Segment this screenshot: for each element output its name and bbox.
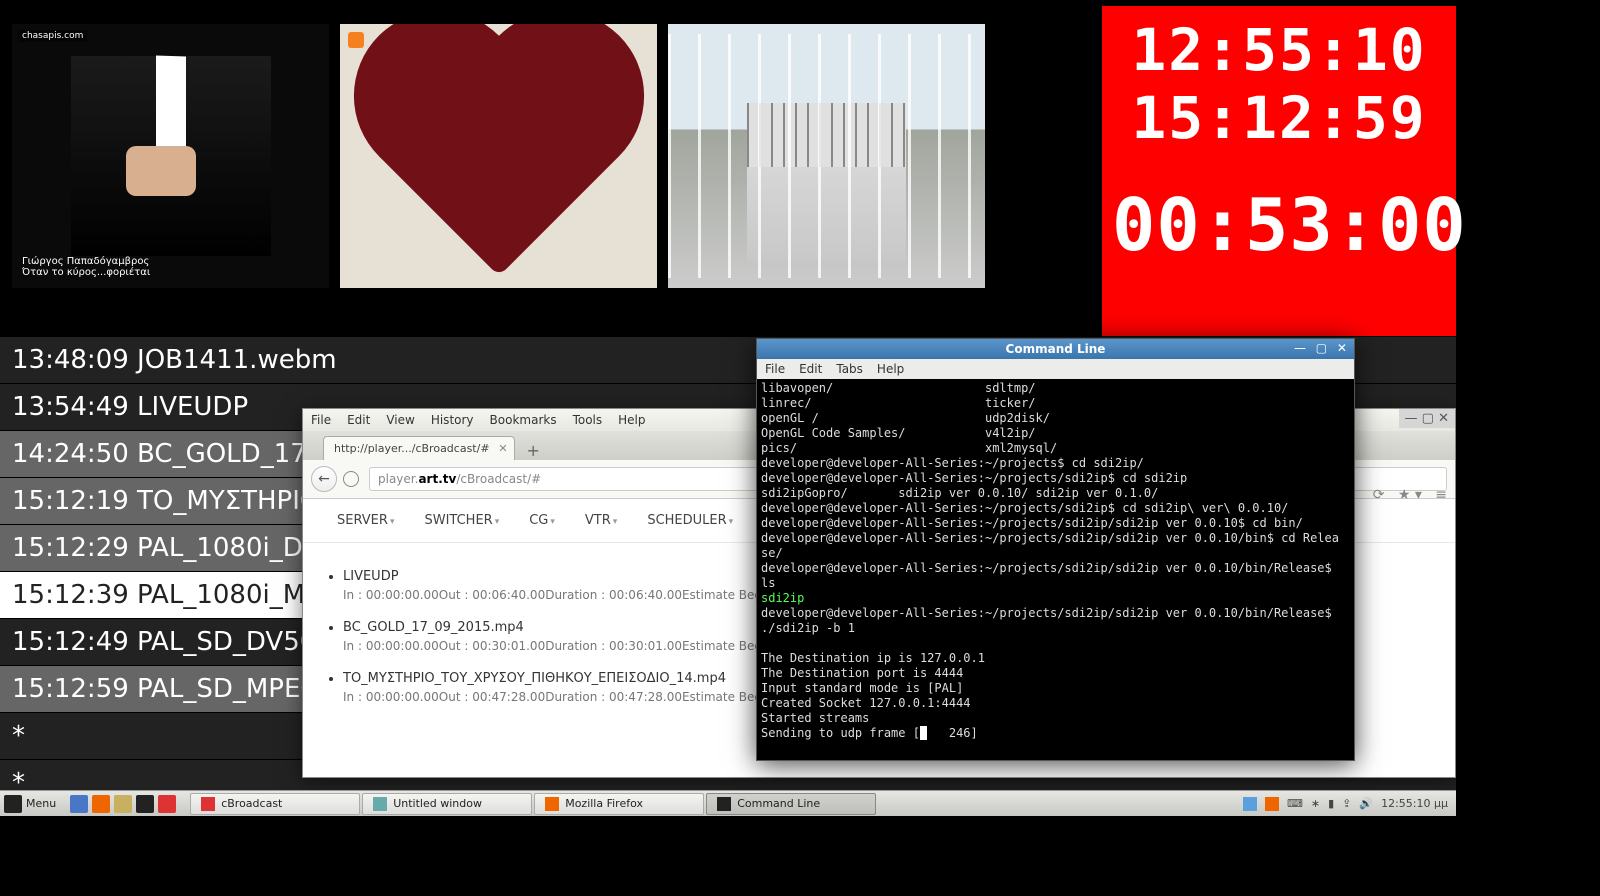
launcher-icon[interactable]	[70, 795, 88, 813]
lower-third: Γιώργος Παπαδόγαμβρος Όταν το κύρος...φο…	[22, 256, 319, 278]
task-label: cBroadcast	[221, 797, 282, 810]
clock-next-event: 15:12:59	[1112, 84, 1446, 152]
quick-launch[interactable]	[64, 795, 182, 813]
channel-bug-icon	[348, 32, 364, 48]
preview-1: chasapis.com Γιώργος Παπαδόγαμβρος Όταν …	[12, 24, 329, 288]
channel-bug: chasapis.com	[18, 30, 87, 42]
workspace-icon[interactable]	[1243, 797, 1257, 811]
terminal-window[interactable]: Command Line — ▢ ✕ File Edit Tabs Help liba…	[756, 338, 1355, 761]
files-icon[interactable]	[114, 795, 132, 813]
back-button[interactable]: ←	[311, 466, 337, 492]
task-icon	[717, 797, 731, 811]
terminal-output[interactable]: libavopen/ sdltmp/ linrec/ ticker/ openG…	[757, 379, 1354, 760]
terminal-icon[interactable]	[136, 795, 154, 813]
browser-extension-icons[interactable]: ⟳ ★ ▾ ≡	[1373, 487, 1447, 503]
menu-item[interactable]: Help	[618, 413, 645, 427]
app-icon[interactable]	[158, 795, 176, 813]
lower-third-line1: Γιώργος Παπαδόγαμβρος	[22, 256, 319, 267]
system-tray[interactable]: ⌨ ∗ ▮ ⇪ 🔊 12:55:10 μμ	[1235, 797, 1456, 811]
menu-item[interactable]: Help	[877, 362, 904, 376]
taskbar-task[interactable]: Mozilla Firefox	[534, 793, 704, 815]
menu-item[interactable]: File	[311, 413, 331, 427]
new-tab-button[interactable]: +	[521, 441, 546, 460]
close-icon[interactable]: ✕	[498, 442, 507, 455]
window-controls-icon[interactable]: — ▢ ✕	[1294, 341, 1350, 355]
bluetooth-icon[interactable]: ∗	[1311, 797, 1320, 810]
start-menu-button[interactable]: Menu	[0, 795, 64, 813]
preview-2	[340, 24, 657, 288]
tray-icon[interactable]	[1265, 797, 1279, 811]
clock-panel: 12:55:10 15:12:59 00:53:00	[1102, 6, 1456, 336]
firefox-icon[interactable]	[92, 795, 110, 813]
menu-item[interactable]: View	[386, 413, 414, 427]
taskbar-task[interactable]: cBroadcast	[190, 793, 360, 815]
toolbar-dropdown[interactable]: SCHEDULER	[647, 513, 733, 528]
task-label: Untitled window	[393, 797, 482, 810]
usb-icon[interactable]: ⇪	[1342, 797, 1351, 810]
taskbar-task[interactable]: Command Line	[706, 793, 876, 815]
clock-current-time: 12:55:10	[1112, 16, 1446, 84]
menu-item[interactable]: File	[765, 362, 785, 376]
browser-tab[interactable]: http://player.../cBroadcast/# ✕	[323, 436, 515, 460]
menu-icon	[4, 795, 22, 813]
taskbar[interactable]: Menu cBroadcast Untitled window Mozilla Fi…	[0, 790, 1456, 816]
terminal-titlebar[interactable]: Command Line — ▢ ✕	[757, 339, 1354, 359]
task-icon	[373, 797, 387, 811]
toolbar-dropdown[interactable]: SWITCHER	[424, 513, 499, 528]
terminal-menubar[interactable]: File Edit Tabs Help	[757, 359, 1354, 379]
monitor-wall: — ▢ ✕ chasapis.com Γιώργος Παπαδόγαμβρος…	[0, 0, 1456, 337]
menu-item[interactable]: Tabs	[836, 362, 863, 376]
battery-icon[interactable]: ▮	[1328, 797, 1334, 810]
preview-3	[668, 24, 985, 288]
globe-icon	[343, 471, 359, 487]
menu-item[interactable]: Edit	[347, 413, 370, 427]
taskbar-clock[interactable]: 12:55:10 μμ	[1381, 797, 1448, 810]
toolbar-dropdown[interactable]: SERVER	[337, 513, 394, 528]
clock-countdown: 00:53:00	[1112, 180, 1446, 270]
toolbar-dropdown[interactable]: VTR	[585, 513, 617, 528]
window-controls-icon[interactable]: — ▢ ✕	[1399, 409, 1455, 428]
toolbar-dropdown[interactable]: CG	[529, 513, 555, 528]
task-icon	[545, 797, 559, 811]
menu-item[interactable]: History	[431, 413, 474, 427]
menu-item[interactable]: Bookmarks	[490, 413, 557, 427]
menu-item[interactable]: Edit	[799, 362, 822, 376]
lower-third-line2: Όταν το κύρος...φοριέται	[22, 267, 319, 278]
keyboard-icon[interactable]: ⌨	[1287, 797, 1303, 810]
menu-item[interactable]: Tools	[573, 413, 603, 427]
task-label: Mozilla Firefox	[565, 797, 643, 810]
window-title: Command Line	[1006, 342, 1106, 356]
task-label: Command Line	[737, 797, 820, 810]
url-text: player.art.tv/cBroadcast/#	[378, 472, 541, 486]
volume-icon[interactable]: 🔊	[1359, 797, 1373, 810]
taskbar-tasks[interactable]: cBroadcast Untitled window Mozilla Firefox…	[190, 793, 1235, 815]
menu-label: Menu	[26, 797, 56, 810]
tab-label: http://player.../cBroadcast/#	[334, 442, 490, 455]
taskbar-task[interactable]: Untitled window	[362, 793, 532, 815]
task-icon	[201, 797, 215, 811]
